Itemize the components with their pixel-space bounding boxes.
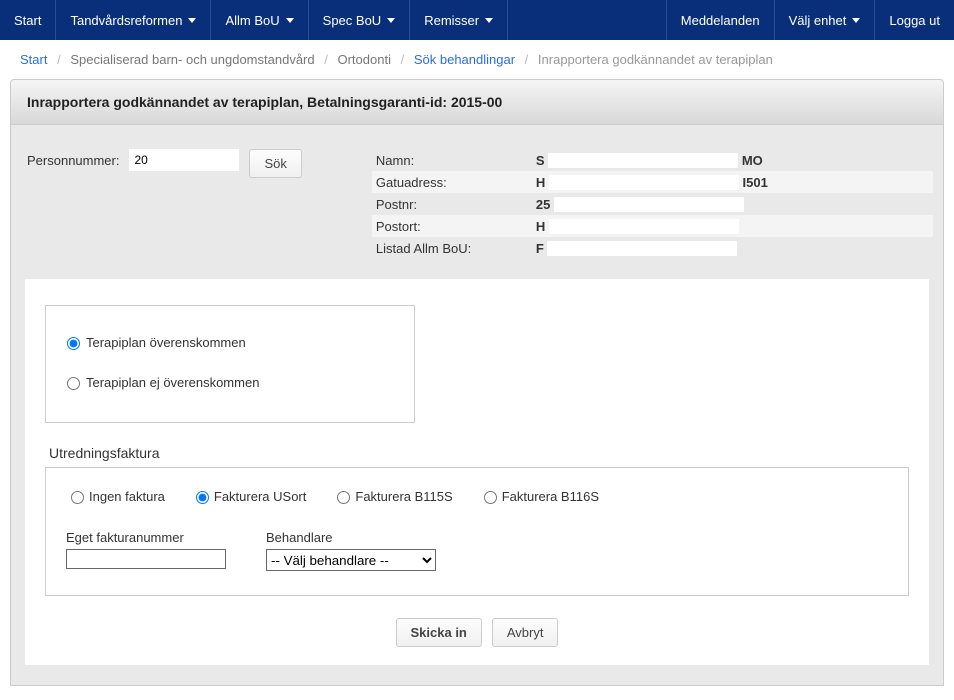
radio-label: Fakturera B116S: [502, 489, 599, 504]
radio-row: Terapiplan ej överenskommen: [62, 374, 398, 390]
nav-label: Spec BoU: [323, 13, 382, 28]
personnummer-label: Personnummer:: [27, 149, 119, 168]
radio-fakturera-b116s[interactable]: [484, 491, 497, 504]
breadcrumb-sep: /: [51, 52, 67, 67]
breadcrumb-sep: /: [318, 52, 334, 67]
radio-row: Ingen faktura: [66, 488, 165, 504]
breadcrumb-sep: /: [519, 52, 535, 67]
radio-label: Fakturera USort: [214, 489, 306, 504]
behandlare-field: Behandlare -- Välj behandlare --: [266, 530, 436, 571]
breadcrumb-text: Specialiserad barn- och ungdomstandvård: [70, 52, 314, 67]
terapiplan-group: Terapiplan överenskommen Terapiplan ej ö…: [45, 305, 415, 423]
radio-terapiplan-overenskommen[interactable]: [67, 337, 80, 350]
personnummer-input[interactable]: [129, 149, 239, 171]
breadcrumb-text: Ortodonti: [337, 52, 390, 67]
submit-button[interactable]: Skicka in: [396, 618, 482, 647]
patient-info: Namn: S MO Gatuadress: H I501 Postnr:: [372, 149, 933, 259]
info-label-listad: Listad Allm BoU:: [372, 241, 532, 256]
info-label-namn: Namn:: [372, 153, 532, 168]
cancel-button[interactable]: Avbryt: [492, 618, 559, 647]
breadcrumb-sep: /: [395, 52, 411, 67]
nav-item-allm-bou[interactable]: Allm BoU: [211, 0, 308, 40]
info-label-gatu: Gatuadress:: [372, 175, 532, 190]
own-invoice-label: Eget fakturanummer: [66, 530, 226, 545]
details-panel: Personnummer: Sök Namn: S MO Gatuadress:…: [10, 125, 944, 686]
behandlare-select[interactable]: -- Välj behandlare --: [266, 549, 436, 571]
breadcrumb: Start / Specialiserad barn- och ungdomst…: [0, 40, 954, 79]
chevron-down-icon: [188, 18, 196, 23]
form-actions: Skicka in Avbryt: [45, 618, 909, 647]
info-label-postnr: Postnr:: [372, 197, 532, 212]
radio-fakturera-b115s[interactable]: [337, 491, 350, 504]
radio-row: Fakturera B115S: [332, 488, 452, 504]
own-invoice-field: Eget fakturanummer: [66, 530, 226, 571]
chevron-down-icon: [485, 18, 493, 23]
radio-label: Ingen faktura: [89, 489, 165, 504]
info-label-postort: Postort:: [372, 219, 532, 234]
radio-row: Fakturera USort: [191, 488, 306, 504]
radio-terapiplan-ej-overenskommen[interactable]: [67, 377, 80, 390]
form-panel: Terapiplan överenskommen Terapiplan ej ö…: [25, 279, 929, 665]
radio-ingen-faktura[interactable]: [71, 491, 84, 504]
nav-label: Välj enhet: [789, 13, 847, 28]
chevron-down-icon: [852, 18, 860, 23]
radio-fakturera-usort[interactable]: [196, 491, 209, 504]
breadcrumb-current: Inrapportera godkännandet av terapiplan: [538, 52, 773, 67]
nav-item-valj-enhet[interactable]: Välj enhet: [774, 0, 875, 40]
chevron-down-icon: [387, 18, 395, 23]
info-value-postort: H: [532, 219, 933, 234]
search-button[interactable]: Sök: [249, 149, 301, 178]
nav-item-remisser[interactable]: Remisser: [410, 0, 508, 40]
nav-label: Start: [14, 13, 41, 28]
behandlare-label: Behandlare: [266, 530, 436, 545]
info-value-listad: F: [532, 241, 933, 256]
own-invoice-input[interactable]: [66, 549, 226, 569]
nav-label: Allm BoU: [225, 13, 279, 28]
radio-row: Fakturera B116S: [479, 488, 599, 504]
radio-label: Fakturera B115S: [355, 489, 452, 504]
breadcrumb-link-start[interactable]: Start: [20, 52, 47, 67]
nav-label: Remisser: [424, 13, 479, 28]
invoice-group: Ingen faktura Fakturera USort Fakturera …: [45, 467, 909, 596]
navbar-right: Meddelanden Välj enhet Logga ut: [666, 0, 954, 40]
section-utredningsfaktura: Utredningsfaktura: [49, 445, 909, 461]
nav-item-logga-ut[interactable]: Logga ut: [874, 0, 954, 40]
radio-row: Terapiplan överenskommen: [62, 334, 398, 350]
radio-label: Terapiplan ej överenskommen: [86, 375, 259, 390]
nav-item-spec-bou[interactable]: Spec BoU: [309, 0, 411, 40]
info-value-postnr: 25: [532, 197, 933, 212]
nav-label: Logga ut: [889, 13, 940, 28]
breadcrumb-link-sok[interactable]: Sök behandlingar: [414, 52, 515, 67]
navbar-left: Start Tandvårdsreformen Allm BoU Spec Bo…: [0, 0, 508, 40]
info-value-namn: S MO: [532, 153, 933, 168]
nav-item-meddelanden[interactable]: Meddelanden: [666, 0, 774, 40]
radio-label: Terapiplan överenskommen: [86, 335, 246, 350]
nav-label: Meddelanden: [681, 13, 760, 28]
page-title: Inrapportera godkännandet av terapiplan,…: [10, 79, 944, 125]
nav-item-tandvardsreformen[interactable]: Tandvårdsreformen: [56, 0, 211, 40]
info-value-gatu: H I501: [532, 175, 933, 190]
personnummer-search: Personnummer: Sök: [21, 149, 302, 259]
chevron-down-icon: [286, 18, 294, 23]
nav-item-start[interactable]: Start: [0, 0, 56, 40]
navbar: Start Tandvårdsreformen Allm BoU Spec Bo…: [0, 0, 954, 40]
nav-label: Tandvårdsreformen: [70, 13, 182, 28]
